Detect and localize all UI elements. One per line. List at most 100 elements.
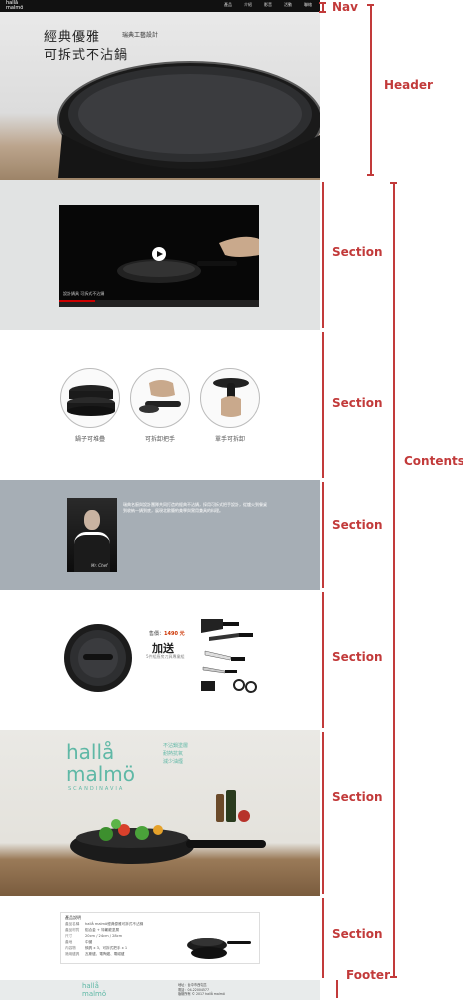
video-progress[interactable] xyxy=(59,300,95,302)
section-bracket xyxy=(322,332,324,478)
footer-copyright: 版權所有 © 2017 hallå malmö xyxy=(178,992,225,996)
spec-pans-image xyxy=(187,938,251,959)
spec-table: 產品說明 產品名稱 hallå malmö經典優雅可拆式不沾鍋 產品材質 鋁合金 +… xyxy=(60,912,260,964)
spec-row: 產品材質 鋁合金 + 特氟龍塗層 xyxy=(65,928,119,933)
nav-item[interactable]: 活動 xyxy=(284,2,292,8)
gift-subtitle: 5件組廚房刀具專業組 xyxy=(146,654,185,659)
spec-value: 鋁合金 + 特氟龍塗層 xyxy=(85,928,120,932)
features-section: 鍋子可堆疊 可拆卸把手 單手可拆卸 xyxy=(0,330,320,480)
footer-bracket xyxy=(336,980,338,998)
feature-item: 可拆卸把手 xyxy=(130,368,190,443)
nav-menu: 產品 介紹 影音 活動 聯絡 xyxy=(224,2,312,8)
chef-bio: 瑞典名廚與設計團隊共同打造的經典不沾鍋，採用可拆式把手設計，從爐火到餐桌到收納一… xyxy=(123,502,267,513)
nav-item[interactable]: 影音 xyxy=(264,2,272,8)
feature-item: 鍋子可堆疊 xyxy=(60,368,120,443)
spec-row: 適用爐具 瓦斯爐、電陶爐、電磁爐 xyxy=(65,952,125,957)
spec-row: 尺寸 20cm / 24cm / 28cm xyxy=(65,934,122,939)
hero-banner: 經典優雅 瑞典工藝設計 可拆式不沾鍋 xyxy=(0,12,320,180)
stacked-pans-icon xyxy=(60,368,120,428)
bracket-tick xyxy=(319,11,326,13)
spec-value: 20cm / 24cm / 28cm xyxy=(85,934,123,938)
hero-pan-image xyxy=(57,61,320,178)
annotation-section: Section xyxy=(332,650,383,664)
brand-tag: 減少油煙 xyxy=(163,759,184,765)
spec-key: 尺寸 xyxy=(65,934,73,938)
annotation-section: Section xyxy=(332,518,383,532)
footer-logo-bottom: malmö xyxy=(82,990,107,998)
video-section: 設計鍋具 可拆式不沾鍋 xyxy=(0,180,320,330)
detachable-handle-icon xyxy=(130,368,190,428)
footer-logo[interactable]: hallå malmö xyxy=(82,982,106,998)
spec-title: 產品說明 xyxy=(65,915,81,920)
header-bracket xyxy=(370,4,372,176)
bracket-tick xyxy=(390,182,397,184)
bracket-tick xyxy=(319,2,326,4)
section-bracket xyxy=(322,182,324,328)
nav-item[interactable]: 介紹 xyxy=(244,2,252,8)
nav-logo[interactable]: hallå malmö xyxy=(6,1,23,11)
annotation-nav: Nav xyxy=(332,0,358,14)
spec-key: 產地 xyxy=(65,940,73,944)
hero-subtitle: 瑞典工藝設計 xyxy=(122,32,159,39)
nav-item[interactable]: 聯絡 xyxy=(304,2,312,8)
video-controls[interactable] xyxy=(59,300,259,307)
stacked-pans-graphic xyxy=(67,385,115,416)
feature-label: 單手可拆卸 xyxy=(214,436,245,443)
section-bracket xyxy=(322,898,324,978)
brand-tag: 耐熱抗氧 xyxy=(163,751,184,757)
spec-value: 瓦斯爐、電陶爐、電磁爐 xyxy=(85,952,125,956)
brand-section: hallå malmö SCANDINAVIA 不沾鍋塗層 耐熱抗氧 減少油煙 xyxy=(0,730,320,896)
chef-signature: Mr. Chef xyxy=(91,563,108,568)
play-button[interactable] xyxy=(152,247,166,261)
brand-logo-top: hallå xyxy=(66,740,115,764)
wok-stirfry-image xyxy=(70,790,266,864)
price-label: 售價： xyxy=(149,631,165,637)
spec-row: 產品名稱 hallå malmö經典優雅可拆式不沾鍋 xyxy=(65,922,143,927)
knife-set-image xyxy=(201,619,257,693)
brand-logo-bottom: malmö xyxy=(66,762,136,786)
annotation-section: Section xyxy=(332,396,383,410)
spec-value: hallå malmö經典優雅可拆式不沾鍋 xyxy=(85,922,144,926)
price-value: 1490 元 xyxy=(164,631,185,637)
annotation-contents: Contents xyxy=(404,454,463,468)
offer-section: 售價：1490 元 加送 5件組廚房刀具專業組 xyxy=(0,590,320,730)
contents-bracket xyxy=(393,182,395,978)
annotation-section: Section xyxy=(332,245,383,259)
nav-item[interactable]: 產品 xyxy=(224,2,232,8)
chef-face xyxy=(84,510,100,530)
spec-key: 產品名稱 xyxy=(65,922,80,926)
pot-set-image xyxy=(64,624,132,692)
spec-value: 中國 xyxy=(85,940,93,944)
brand-tag: 不沾鍋塗層 xyxy=(163,743,189,749)
brand-tags: 不沾鍋塗層 耐熱抗氧 減少油煙 xyxy=(163,742,188,766)
page-mockup: hallå malmö 產品 介紹 影音 活動 聯絡 經典優雅 瑞典工藝設計 可… xyxy=(0,0,320,1000)
section-bracket xyxy=(322,592,324,728)
video-caption: 設計鍋具 可拆式不沾鍋 xyxy=(63,291,105,296)
spec-key: 產品材質 xyxy=(65,928,80,932)
chef-photo: Mr. Chef xyxy=(67,498,117,572)
annotation-section: Section xyxy=(332,790,383,804)
feature-label: 可拆卸把手 xyxy=(144,436,175,443)
spec-row: 產地 中國 xyxy=(65,940,92,945)
hero-title-line1: 經典優雅 xyxy=(44,30,101,45)
spec-value: 鍋具 x 3、可拆式把手 x 1 xyxy=(85,946,128,950)
section-bracket xyxy=(322,732,324,894)
top-nav: hallå malmö 產品 介紹 影音 活動 聯絡 xyxy=(0,0,320,12)
bracket-tick xyxy=(390,976,397,978)
annotation-header: Header xyxy=(384,78,433,92)
price: 售價：1490 元 xyxy=(149,630,185,637)
spec-key: 內容物 xyxy=(65,946,76,950)
bracket-tick xyxy=(367,174,374,176)
annotation-footer: Footer xyxy=(346,968,390,982)
annotation-section: Section xyxy=(332,927,383,941)
video-player[interactable]: 設計鍋具 可拆式不沾鍋 xyxy=(59,205,259,307)
one-hand-release-graphic xyxy=(213,378,249,417)
footer-logo-top: hallå xyxy=(82,982,99,990)
bracket-tick xyxy=(367,4,374,6)
one-hand-release-icon xyxy=(200,368,260,428)
spec-row: 內容物 鍋具 x 3、可拆式把手 x 1 xyxy=(65,946,127,951)
feature-item: 單手可拆卸 xyxy=(200,368,260,443)
feature-label: 鍋子可堆疊 xyxy=(74,436,105,443)
spec-key: 適用爐具 xyxy=(65,952,80,956)
nav-logo-bottom: malmö xyxy=(6,5,24,11)
